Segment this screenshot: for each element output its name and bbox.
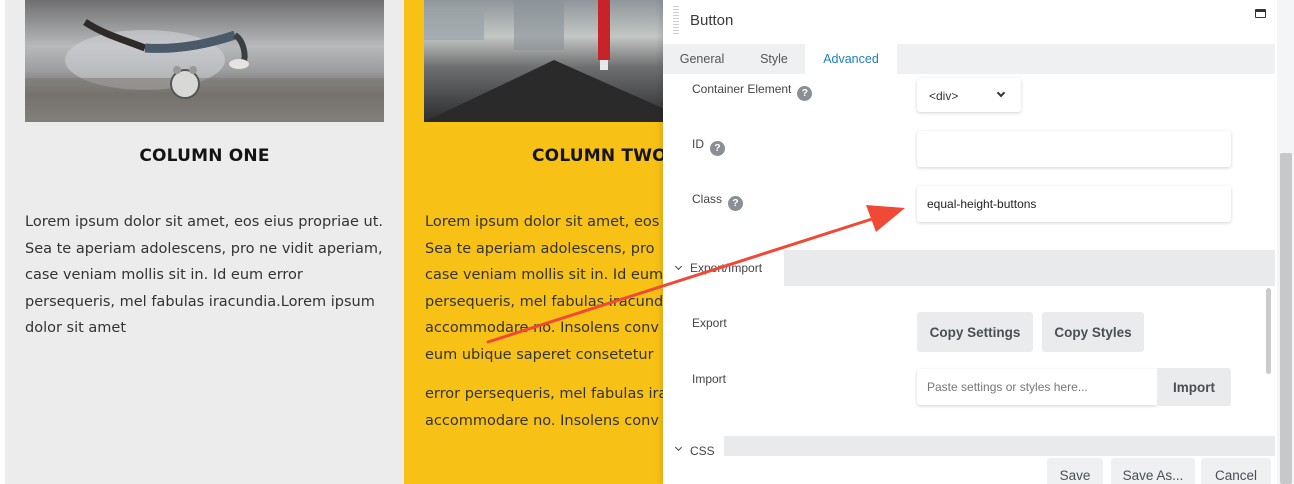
text-line: Lorem ipsum dolor sit amet, eos: [425, 214, 660, 230]
container-element-label-text: Container Element: [692, 82, 792, 96]
text-line: error persequeris, mel fabulas ira: [425, 386, 668, 402]
css-toggle[interactable]: CSS: [663, 436, 724, 456]
column-one-text: Lorem ipsum dolor sit amet, eos eius pro…: [25, 214, 384, 336]
css-title: CSS: [690, 444, 715, 456]
tab-general[interactable]: General: [671, 44, 733, 74]
import-label: Import: [692, 372, 727, 386]
import-button[interactable]: Import: [1157, 368, 1231, 406]
panel-title: Button: [690, 12, 734, 29]
column-two-text-block-2: error persequeris, mel fabulas ira accom…: [425, 381, 694, 434]
export-import-title: Export/Import: [690, 261, 763, 275]
text-line: persequeris, mel fabulas iracund: [425, 293, 664, 310]
text-line: Sea te aperiam adolescens, pro: [425, 240, 655, 257]
container-element-label: Container Element?: [692, 82, 813, 101]
export-import-section-header: Export/Import: [663, 250, 1275, 286]
help-icon[interactable]: ?: [797, 86, 813, 101]
tab-style[interactable]: Style: [749, 44, 799, 74]
class-label: Class?: [692, 192, 744, 211]
runner-image: [424, 0, 694, 122]
column-two-text-block: Lorem ipsum dolor sit amet, eos Sea te a…: [425, 209, 694, 368]
jumping-man-image: [25, 19, 384, 122]
help-icon[interactable]: ?: [710, 141, 725, 156]
settings-tabs: General Style Advanced: [663, 44, 1275, 74]
inner-scrollbar-thumb[interactable]: [1266, 288, 1271, 374]
text-line: case veniam mollis sit in. Id eum: [425, 267, 664, 283]
id-input[interactable]: [917, 131, 1231, 167]
text-line: accommodare no. Insolens conv: [425, 412, 659, 429]
column-one-title: COLUMN ONE: [139, 146, 270, 166]
tab-advanced[interactable]: Advanced: [805, 44, 897, 74]
text-line: accommodare no. Insolens conv: [425, 320, 659, 336]
copy-styles-button[interactable]: Copy Styles: [1042, 312, 1144, 352]
save-button[interactable]: Save: [1047, 458, 1103, 484]
panel-scrollbar[interactable]: [1277, 0, 1294, 484]
help-icon[interactable]: ?: [728, 196, 744, 211]
chevron-down-icon: [996, 88, 1006, 98]
id-label-text: ID: [692, 137, 704, 151]
export-import-toggle[interactable]: Export/Import: [663, 250, 784, 286]
class-input[interactable]: [917, 186, 1231, 222]
column-one: COLUMN ONE Lorem ipsum dolor sit amet, e…: [5, 0, 404, 484]
drag-handle-icon[interactable]: [673, 6, 679, 34]
text-line: eum ubique saperet consetetur: [425, 346, 654, 363]
chevron-down-icon: [674, 443, 683, 452]
save-as-button[interactable]: Save As...: [1111, 458, 1195, 484]
chevron-down-icon: [674, 262, 683, 271]
column-two-image: [424, 0, 694, 122]
panel-body: Container Element? <div> ID? Class? Expo…: [663, 74, 1275, 456]
panel-footer: Save Save As... Cancel: [663, 456, 1275, 484]
css-section-header: CSS: [663, 436, 1275, 456]
id-label: ID?: [692, 137, 725, 156]
container-element-select[interactable]: <div>: [917, 78, 1021, 112]
panel-scrollbar-thumb[interactable]: [1280, 153, 1292, 484]
cancel-button[interactable]: Cancel: [1201, 458, 1271, 484]
copy-settings-button[interactable]: Copy Settings: [917, 312, 1033, 352]
minimize-icon[interactable]: [1255, 9, 1266, 18]
column-one-image: [25, 0, 384, 122]
button-settings-panel: Button General Style Advanced Container …: [663, 0, 1294, 484]
import-input[interactable]: [917, 369, 1157, 405]
column-two: COLUMN TWO Lorem ipsum dolor sit amet, e…: [404, 0, 694, 484]
class-label-text: Class: [692, 192, 723, 206]
container-element-value: <div>: [929, 89, 959, 103]
panel-header[interactable]: Button: [663, 0, 1275, 44]
export-label: Export: [692, 316, 727, 330]
